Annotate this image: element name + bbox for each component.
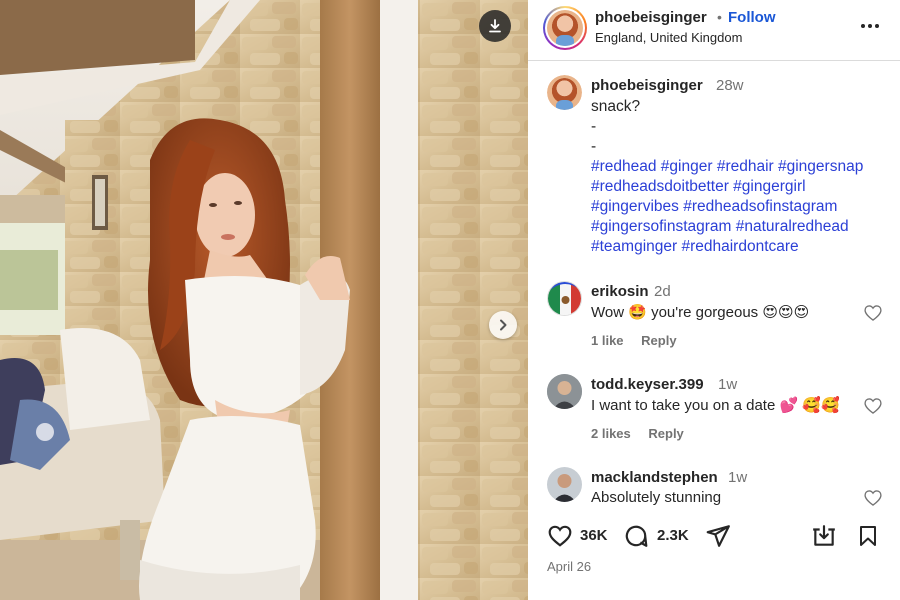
comment-time[interactable]: 1w xyxy=(728,469,747,486)
reply-button[interactable]: Reply xyxy=(648,426,683,441)
chevron-right-icon xyxy=(500,319,507,331)
follow-button[interactable]: Follow xyxy=(728,9,776,26)
comment-button[interactable] xyxy=(622,522,650,550)
like-button[interactable] xyxy=(546,522,574,550)
reply-button[interactable]: Reply xyxy=(641,333,676,348)
post-date[interactable]: April 26 xyxy=(547,559,591,574)
comment-username[interactable]: erikosin xyxy=(591,283,649,300)
avatar xyxy=(547,374,582,409)
post-actions: 36K 2.3K April 26 xyxy=(528,509,900,600)
comment-likes[interactable]: 1 like xyxy=(591,333,624,348)
share-button[interactable] xyxy=(704,522,732,550)
comment-username[interactable]: todd.keyser.399 xyxy=(591,376,704,393)
heart-icon[interactable] xyxy=(863,303,883,323)
hashtag-line[interactable]: #gingersofinstagram #naturalredhead xyxy=(591,217,863,237)
separator-dot: • xyxy=(717,9,722,25)
heart-icon[interactable] xyxy=(863,488,883,508)
bookmark-button[interactable] xyxy=(854,522,882,550)
post-photo[interactable] xyxy=(0,0,528,600)
comment-icon xyxy=(625,525,648,547)
more-horizontal-icon xyxy=(861,24,879,28)
download-icon xyxy=(489,19,501,33)
avatar xyxy=(548,282,581,315)
likes-count[interactable]: 36K xyxy=(580,527,608,544)
caption-username[interactable]: phoebeisginger xyxy=(591,77,703,94)
avatar xyxy=(547,75,582,110)
caption-time[interactable]: 28w xyxy=(716,77,744,94)
caption-line: snack? xyxy=(591,98,641,115)
comment-text: Wow 🤩 you're gorgeous 😍😍😍 xyxy=(591,304,810,321)
comments-count[interactable]: 2.3K xyxy=(657,527,689,544)
next-photo-button[interactable] xyxy=(489,311,517,339)
comment-likes[interactable]: 2 likes xyxy=(591,426,631,441)
heart-icon xyxy=(548,525,572,547)
download-button[interactable] xyxy=(479,10,511,42)
bookmark-icon xyxy=(860,526,876,546)
more-options-button[interactable] xyxy=(858,14,882,38)
send-icon xyxy=(706,525,730,547)
comment-time[interactable]: 1w xyxy=(718,376,737,393)
hashtag-line[interactable]: #gingervibes #redheadsofinstagram xyxy=(591,197,863,217)
avatar xyxy=(547,10,583,46)
hashtag-line[interactable]: #redhead #ginger #redhair #gingersnap xyxy=(591,157,863,177)
caption-avatar[interactable] xyxy=(547,75,582,110)
post-header: phoebeisginger • Follow England, United … xyxy=(528,0,900,61)
avatar xyxy=(547,467,582,502)
story-ring[interactable] xyxy=(543,6,587,50)
save-to-collection-button[interactable] xyxy=(810,522,838,550)
heart-icon[interactable] xyxy=(863,396,883,416)
comment-avatar[interactable] xyxy=(547,281,582,316)
collection-download-icon xyxy=(813,525,835,546)
comment-text: Absolutely stunning xyxy=(591,489,722,506)
comment-username[interactable]: macklandstephen xyxy=(591,469,718,486)
hashtag-line[interactable]: #redheadsdoitbetter #gingergirl xyxy=(591,177,863,197)
comment-avatar[interactable] xyxy=(547,467,582,502)
post-side-panel: phoebeisginger • Follow England, United … xyxy=(528,0,900,600)
post-location[interactable]: England, United Kingdom xyxy=(595,30,742,45)
hashtag-line[interactable]: #teamginger #redhairdontcare xyxy=(591,237,863,257)
comment-avatar[interactable] xyxy=(547,374,582,409)
photo-scene xyxy=(0,0,528,600)
comment-text: I want to take you on a date 💕 🥰🥰 xyxy=(591,397,840,414)
comments-list[interactable]: phoebeisginger 28w snack? - - #redhead #… xyxy=(528,62,900,509)
comment-time[interactable]: 2d xyxy=(654,283,671,300)
comment-meta: 2 likes Reply xyxy=(591,426,684,441)
caption-text: snack? - - #redhead #ginger #redhair #gi… xyxy=(591,97,863,257)
comment-meta: 1 like Reply xyxy=(591,333,677,348)
post-author-username[interactable]: phoebeisginger xyxy=(595,9,707,26)
caption-line: - xyxy=(591,118,597,135)
caption-line: - xyxy=(591,138,597,155)
